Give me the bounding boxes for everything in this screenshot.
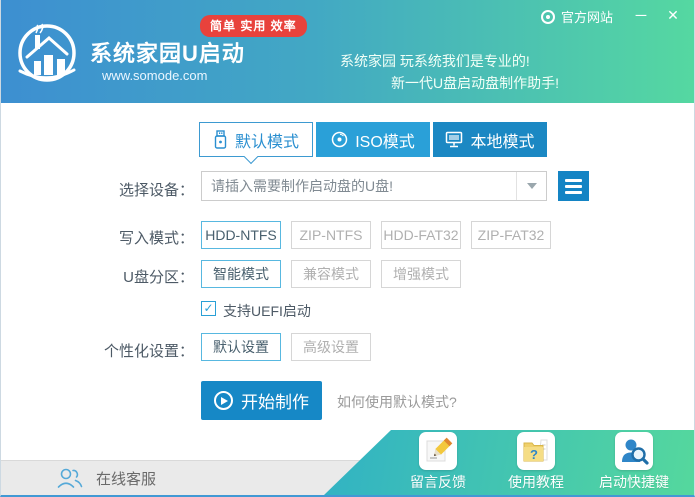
feedback-label: 留言反馈 xyxy=(410,474,466,490)
start-button-label: 开始制作 xyxy=(241,393,309,412)
personalize-label: 个性化设置： xyxy=(103,343,194,360)
tab-label: 本地模式 xyxy=(470,133,535,151)
boot-hotkey-label: 启动快捷键 xyxy=(599,474,669,490)
help-link[interactable]: 如何使用默认模式? xyxy=(337,392,457,412)
feedback-icon xyxy=(419,432,457,470)
play-icon xyxy=(214,391,233,410)
usb-drive-icon xyxy=(214,130,227,149)
app-title: 系统家园U启动 xyxy=(90,41,245,66)
tutorial-label: 使用教程 xyxy=(508,474,564,490)
write-mode-option-zip-fat32[interactable]: ZIP-FAT32 xyxy=(471,221,551,249)
header-banner: 简单 实用 效率 系统家园U启动 www.somode.com 系统家园 玩系统… xyxy=(1,0,694,103)
app-window: 简单 实用 效率 系统家园U启动 www.somode.com 系统家园 玩系统… xyxy=(0,0,695,497)
official-site-link[interactable]: 官方网站 xyxy=(541,7,613,26)
write-mode-option-hdd-ntfs[interactable]: HDD-NTFS xyxy=(201,221,281,249)
disc-icon xyxy=(331,131,348,148)
close-button[interactable]: ✕ xyxy=(659,2,687,28)
tutorial-icon: ? xyxy=(517,432,555,470)
boot-hotkey-button[interactable]: 启动快捷键 xyxy=(584,432,684,492)
online-support-button[interactable]: 在线客服 xyxy=(56,466,156,490)
personalize-option-advanced[interactable]: 高级设置 xyxy=(291,333,371,361)
write-mode-label: 写入模式： xyxy=(118,230,194,247)
personalize-option-default[interactable]: 默认设置 xyxy=(201,333,281,361)
device-select-value: 请插入需要制作启动盘的U盘! xyxy=(211,178,393,194)
minimize-button[interactable]: ─ xyxy=(627,2,655,28)
hamburger-icon xyxy=(565,178,582,182)
write-mode-option-hdd-fat32[interactable]: HDD-FAT32 xyxy=(381,221,461,249)
official-site-label: 官方网站 xyxy=(561,10,614,25)
uefi-label: 支持UEFI启动 xyxy=(223,303,311,319)
app-logo xyxy=(14,21,80,87)
feature-badge: 简单 实用 效率 xyxy=(200,15,307,37)
feedback-button[interactable]: 留言反馈 xyxy=(388,432,488,492)
tab-default-mode[interactable]: 默认模式 xyxy=(199,122,313,157)
partition-label: U盘分区： xyxy=(123,269,194,286)
slogan-line2: 新一代U盘启动盘制作助手! xyxy=(391,75,559,91)
device-menu-button[interactable] xyxy=(558,171,589,201)
app-url: www.somode.com xyxy=(102,68,208,83)
tab-iso-mode[interactable]: ISO模式 xyxy=(316,122,430,157)
slogan-line1: 系统家园 玩系统我们是专业的! xyxy=(340,53,530,69)
tutorial-button[interactable]: ? 使用教程 xyxy=(486,432,586,492)
chevron-down-icon xyxy=(526,183,537,189)
online-support-label: 在线客服 xyxy=(96,470,157,488)
support-person-icon xyxy=(57,468,83,488)
partition-option-compat[interactable]: 兼容模式 xyxy=(291,260,371,288)
write-mode-option-zip-ntfs[interactable]: ZIP-NTFS xyxy=(291,221,371,249)
monitor-icon xyxy=(446,131,463,148)
tab-label: ISO模式 xyxy=(355,133,415,151)
tab-label: 默认模式 xyxy=(234,133,299,151)
partition-option-enhanced[interactable]: 增强模式 xyxy=(381,260,461,288)
official-site-icon xyxy=(541,9,555,24)
svg-text:?: ? xyxy=(530,447,538,462)
start-button[interactable]: 开始制作 xyxy=(201,381,322,420)
partition-option-smart[interactable]: 智能模式 xyxy=(201,260,281,288)
uefi-checkbox[interactable]: ✓ xyxy=(201,301,216,316)
device-label: 选择设备： xyxy=(118,182,194,199)
device-select-arrow[interactable] xyxy=(516,172,546,200)
device-select[interactable]: 请插入需要制作启动盘的U盘! xyxy=(201,171,547,201)
tab-local-mode[interactable]: 本地模式 xyxy=(433,122,547,157)
boot-hotkey-icon xyxy=(615,432,653,470)
